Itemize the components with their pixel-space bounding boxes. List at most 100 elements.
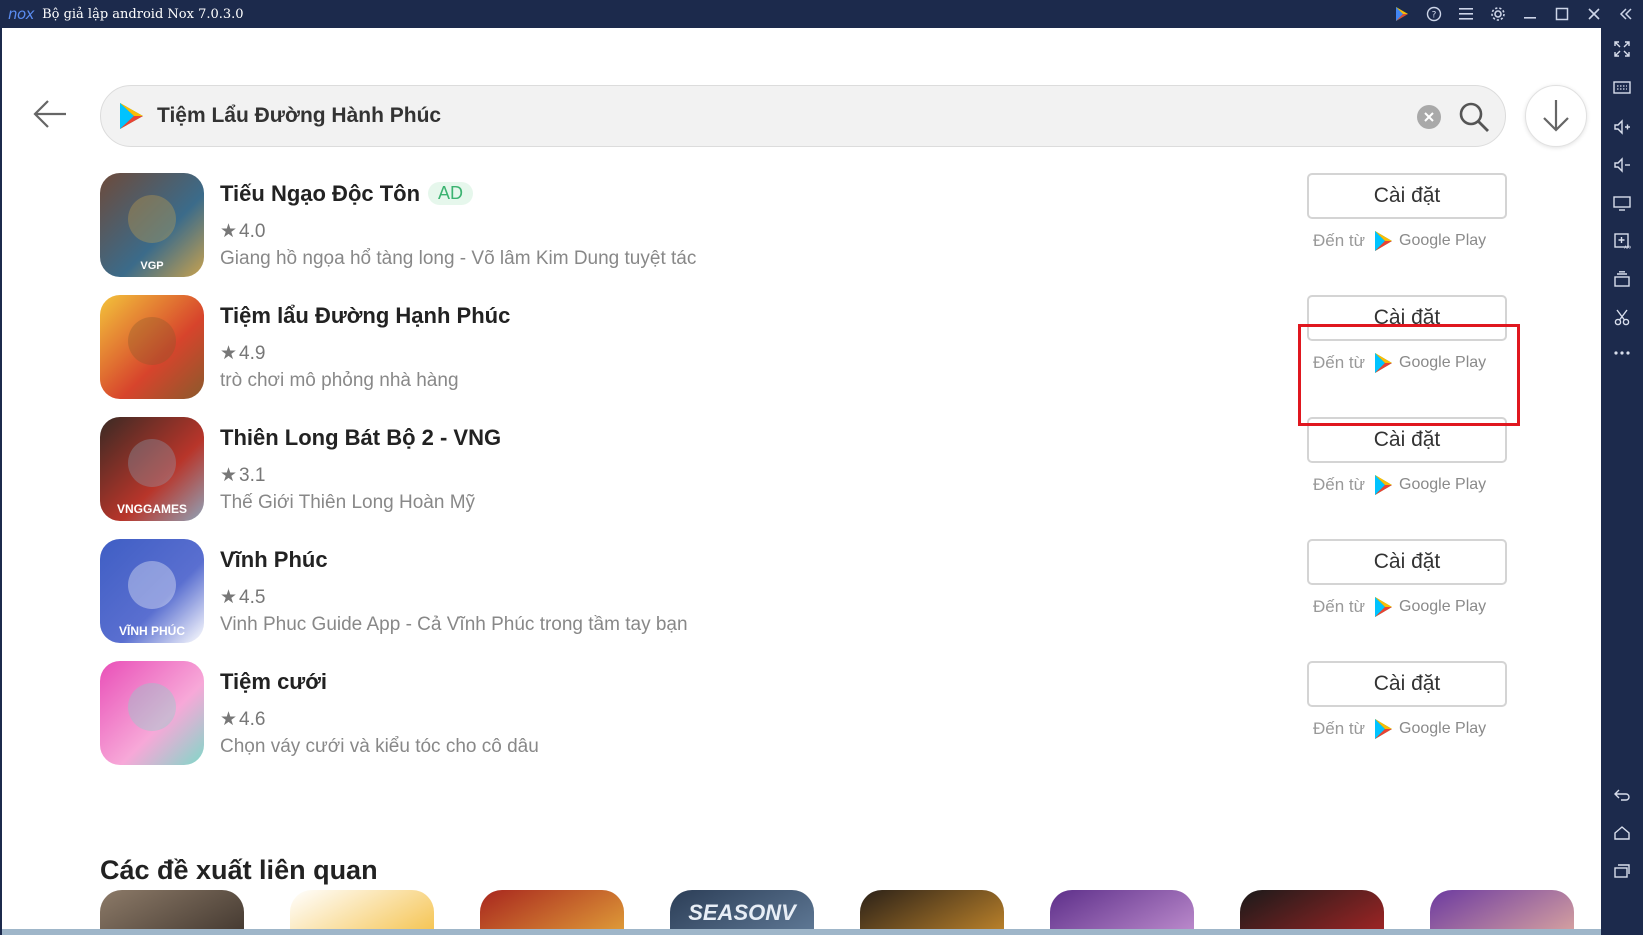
search-icon[interactable] bbox=[1457, 100, 1491, 134]
app-row[interactable]: VNGGAMES Thiên Long Bát Bộ 2 - VNG ★ 3.1 … bbox=[100, 417, 1520, 521]
rating-value: 4.5 bbox=[239, 587, 266, 608]
app-rating: ★ 3.1 bbox=[220, 464, 265, 487]
home-nav-icon[interactable] bbox=[1611, 822, 1633, 844]
app-icon-label: VNGGAMES bbox=[117, 502, 187, 516]
source-prefix: Đến từ bbox=[1313, 475, 1366, 494]
source-prefix: Đến từ bbox=[1313, 231, 1366, 250]
help-icon[interactable]: ? bbox=[1425, 5, 1443, 23]
menu-icon[interactable] bbox=[1457, 5, 1475, 23]
scissors-icon[interactable] bbox=[1611, 306, 1633, 328]
google-play-icon bbox=[1375, 231, 1393, 251]
install-button[interactable]: Cài đặt bbox=[1307, 539, 1507, 585]
recent-apps-icon[interactable] bbox=[1611, 860, 1633, 882]
install-button[interactable]: Cài đặt bbox=[1307, 173, 1507, 219]
app-name-text: Tiệm lẩu Đường Hạnh Phúc bbox=[220, 303, 511, 328]
star-icon: ★ bbox=[220, 343, 238, 364]
settings-icon[interactable] bbox=[1489, 5, 1507, 23]
search-input[interactable] bbox=[157, 96, 1307, 136]
collapse-icon[interactable] bbox=[1617, 5, 1635, 23]
apk-install-icon[interactable]: APK bbox=[1611, 230, 1633, 252]
svg-text:?: ? bbox=[1432, 11, 1437, 21]
google-play-icon bbox=[1375, 597, 1393, 617]
ad-badge: AD bbox=[428, 182, 474, 205]
rating-value: 4.6 bbox=[239, 709, 266, 730]
close-icon[interactable] bbox=[1585, 5, 1603, 23]
source-prefix: Đến từ bbox=[1313, 353, 1366, 372]
app-rating: ★ 4.9 bbox=[220, 342, 265, 365]
back-button[interactable] bbox=[30, 94, 70, 134]
star-icon: ★ bbox=[220, 587, 238, 608]
app-name-text: Tiếu Ngạo Độc Tôn bbox=[220, 181, 421, 206]
search-bar[interactable] bbox=[100, 85, 1506, 147]
rating-value: 4.0 bbox=[239, 221, 266, 242]
source-store: Google Play bbox=[1399, 354, 1487, 371]
clear-search-button[interactable] bbox=[1417, 105, 1441, 129]
app-source: Đến từ Google Play bbox=[1313, 474, 1486, 496]
title-bar: nox Bộ giả lập android Nox 7.0.3.0 ? bbox=[0, 0, 1643, 28]
app-description: Giang hồ ngọa hổ tàng long - Võ lâm Kim … bbox=[220, 248, 697, 269]
clear-icon bbox=[1424, 112, 1434, 122]
app-name[interactable]: Thiên Long Bát Bộ 2 - VNG bbox=[220, 425, 501, 451]
app-description: Chọn váy cưới và kiểu tóc cho cô dâu bbox=[220, 736, 539, 757]
install-button[interactable]: Cài đặt bbox=[1307, 661, 1507, 707]
google-play-logo-icon bbox=[120, 103, 143, 129]
app-row[interactable]: Tiệm lẩu Đường Hạnh Phúc ★ 4.9 trò chơi m… bbox=[100, 295, 1520, 399]
install-button[interactable]: Cài đặt bbox=[1307, 295, 1507, 341]
star-icon: ★ bbox=[220, 465, 238, 486]
app-name[interactable]: Tiệm cưới bbox=[220, 669, 327, 695]
download-arrow-icon bbox=[1543, 100, 1569, 132]
app-source: Đến từ Google Play bbox=[1313, 230, 1486, 252]
keyboard-icon[interactable] bbox=[1611, 76, 1633, 98]
rating-value: 4.9 bbox=[239, 343, 266, 364]
screen-icon[interactable] bbox=[1611, 192, 1633, 214]
play-store-content: VGP Tiếu Ngạo Độc TônAD ★4.0 Giang hồ ng… bbox=[0, 28, 1601, 935]
maximize-icon[interactable] bbox=[1553, 5, 1571, 23]
fullscreen-icon[interactable] bbox=[1611, 38, 1633, 60]
play-store-icon[interactable] bbox=[1393, 5, 1411, 23]
app-icon[interactable] bbox=[100, 295, 204, 399]
multi-instance-icon[interactable] bbox=[1611, 268, 1633, 290]
app-description: trò chơi mô phỏng nhà hàng bbox=[220, 370, 459, 391]
arrow-left-icon bbox=[33, 100, 66, 128]
app-source: Đến từ Google Play bbox=[1313, 718, 1486, 740]
google-play-icon bbox=[1375, 353, 1393, 373]
app-source: Đến từ Google Play bbox=[1313, 352, 1486, 374]
app-row[interactable]: VĨNH PHÚC Vĩnh Phúc ★ 4.5 Vinh Phuc Guide… bbox=[100, 539, 1520, 643]
app-description: Vinh Phuc Guide App - Cả Vĩnh Phúc trong… bbox=[220, 614, 688, 635]
window-controls: ? bbox=[1393, 0, 1635, 28]
bottom-strip bbox=[2, 929, 1601, 935]
app-icon[interactable]: VNGGAMES bbox=[100, 417, 204, 521]
source-store: Google Play bbox=[1399, 720, 1487, 737]
volume-up-icon[interactable] bbox=[1611, 116, 1633, 138]
window-title: Bộ giả lập android Nox 7.0.3.0 bbox=[42, 6, 244, 22]
more-icon[interactable] bbox=[1611, 342, 1633, 364]
app-rating: ★ 4.0 bbox=[220, 220, 265, 243]
app-name[interactable]: Tiệm lẩu Đường Hạnh Phúc bbox=[220, 303, 510, 329]
back-nav-icon[interactable] bbox=[1611, 784, 1633, 806]
volume-down-icon[interactable] bbox=[1611, 154, 1633, 176]
source-store: Google Play bbox=[1399, 232, 1487, 249]
source-prefix: Đến từ bbox=[1313, 597, 1366, 616]
google-play-icon bbox=[1375, 475, 1393, 495]
app-source: Đến từ Google Play bbox=[1313, 596, 1486, 618]
star-icon: ★ bbox=[220, 221, 238, 242]
related-icon-label: SEASONV bbox=[688, 900, 798, 925]
app-name[interactable]: Vĩnh Phúc bbox=[220, 547, 328, 573]
minimize-icon[interactable] bbox=[1521, 5, 1539, 23]
app-icon-label: VĨNH PHÚC bbox=[119, 623, 185, 638]
source-store: Google Play bbox=[1399, 598, 1487, 615]
emulator-sidebar: APK bbox=[1601, 28, 1643, 935]
app-icon[interactable]: VGP bbox=[100, 173, 204, 277]
app-name-text: Thiên Long Bát Bộ 2 - VNG bbox=[220, 425, 502, 450]
app-row[interactable]: Tiệm cưới ★ 4.6 Chọn váy cưới và kiểu tóc… bbox=[100, 661, 1520, 765]
app-row[interactable]: VGP Tiếu Ngạo Độc Tôn AD ★ 4.0 Giang hồ ng… bbox=[100, 173, 1520, 277]
star-icon: ★ bbox=[220, 709, 238, 730]
install-button[interactable]: Cài đặt bbox=[1307, 417, 1507, 463]
app-name-text: Vĩnh Phúc bbox=[220, 547, 328, 572]
app-name[interactable]: Tiếu Ngạo Độc Tôn AD bbox=[220, 181, 474, 207]
app-icon[interactable] bbox=[100, 661, 204, 765]
source-store: Google Play bbox=[1399, 476, 1487, 493]
downloads-button[interactable] bbox=[1525, 85, 1587, 147]
app-rating: ★ 4.5 bbox=[220, 586, 265, 609]
app-icon[interactable]: VĨNH PHÚC bbox=[100, 539, 204, 643]
